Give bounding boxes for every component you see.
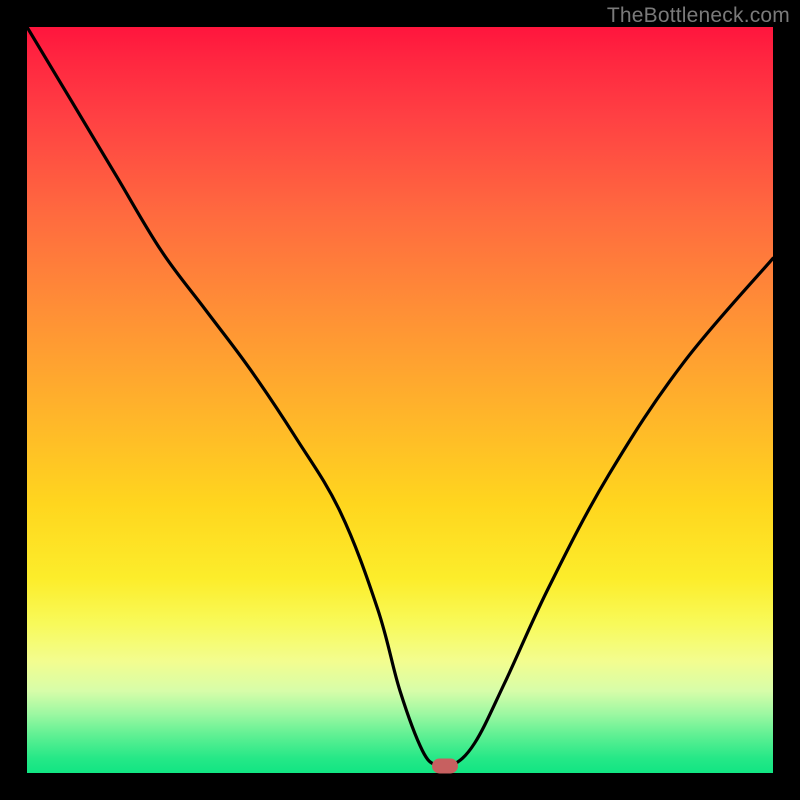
bottleneck-marker [432,758,458,773]
bottleneck-curve [27,27,773,773]
watermark-text: TheBottleneck.com [607,4,790,28]
plot-area [27,27,773,773]
chart-frame: TheBottleneck.com [0,0,800,800]
